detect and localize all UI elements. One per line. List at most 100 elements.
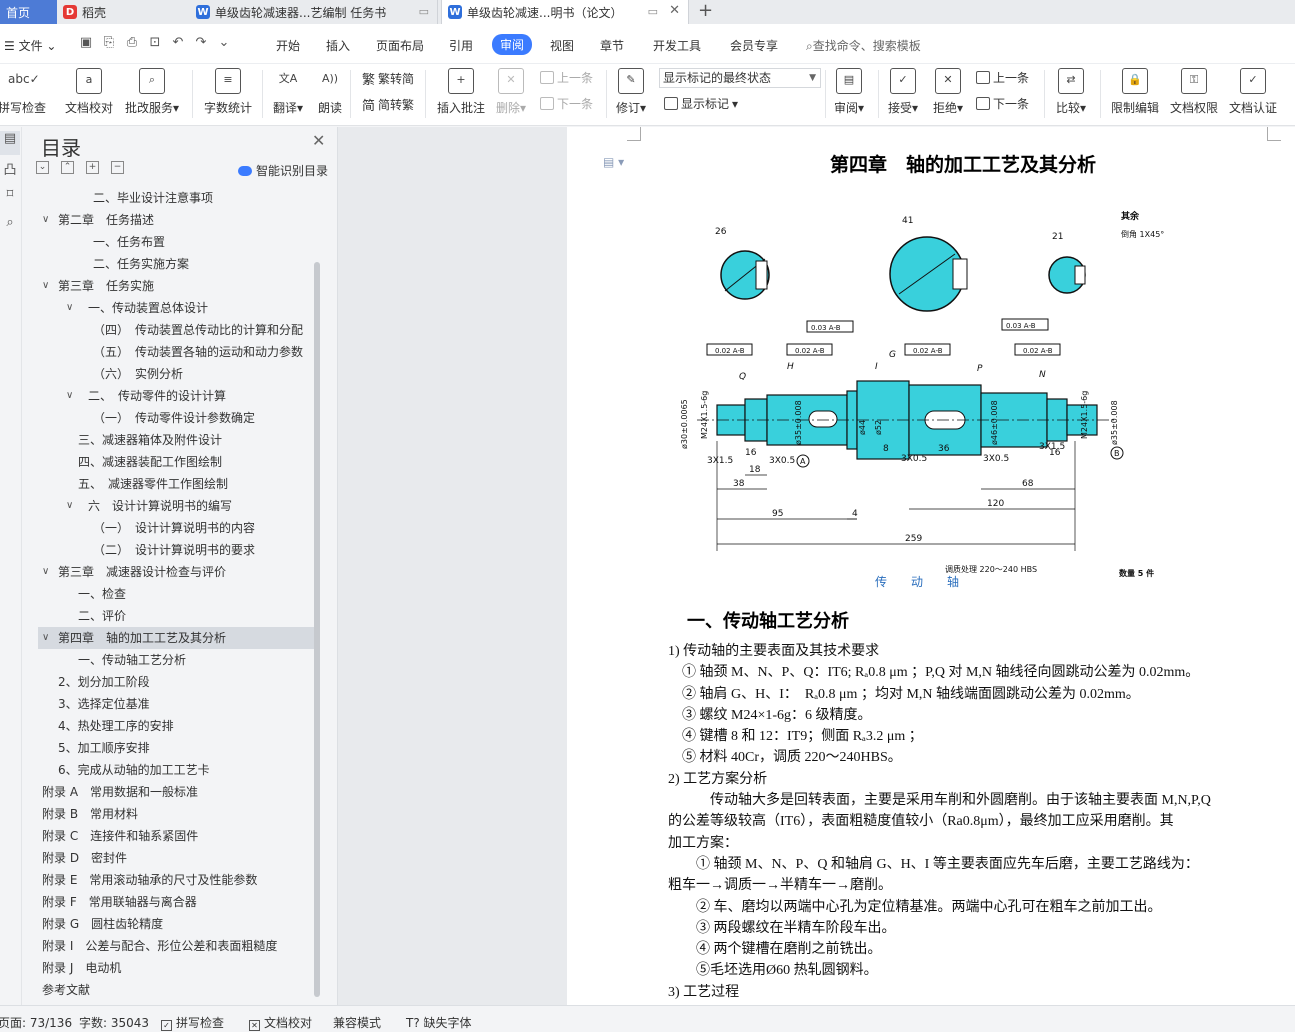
insert-comment-button[interactable]: + 插入批注 xyxy=(436,68,486,116)
preview-icon[interactable]: ⊡ xyxy=(147,35,163,50)
simp-to-trad-button[interactable]: 简简转繁 xyxy=(362,95,414,114)
toc-item[interactable]: 附录 F 常用联轴器与离合器 xyxy=(38,891,314,913)
page-indicator[interactable]: 页面: 73/136 xyxy=(0,1014,72,1031)
prev-comment-button[interactable]: 上一条 xyxy=(540,69,593,86)
chevron-down-icon[interactable]: ∨ xyxy=(42,275,49,297)
toc-item[interactable]: ∨ 六 设计计算说明书的编写 xyxy=(38,495,314,517)
reject-button[interactable]: ✕ 拒绝▾ xyxy=(931,68,965,116)
toc-item[interactable]: 4、热处理工序的安排 xyxy=(38,715,314,737)
markup-state-select[interactable]: 显示标记的最终状态 ▼ xyxy=(659,68,821,88)
chevron-down-icon[interactable]: ∨ xyxy=(42,561,49,583)
toc-item[interactable]: ∨ 二、 传动零件的设计计算 xyxy=(38,385,314,407)
status-spell-check[interactable]: ✓ 拼写检查 xyxy=(161,1014,224,1031)
toc-item[interactable]: 五、 减速器零件工作图绘制 xyxy=(38,473,314,495)
print-icon[interactable]: ⎙ xyxy=(124,35,140,50)
toc-item[interactable]: 附录 E 常用滚动轴承的尺寸及性能参数 xyxy=(38,869,314,891)
expand-all-icon[interactable]: ⌄ xyxy=(36,161,49,174)
toc-item[interactable]: 附录 D 密封件 xyxy=(38,847,314,869)
close-tab-icon[interactable]: ✕ xyxy=(669,3,680,18)
toc-item[interactable]: （四） 传动装置总传动比的计算和分配 xyxy=(38,319,314,341)
menu-item-view[interactable]: 视图 xyxy=(550,37,574,54)
toc-item[interactable]: 二、毕业设计注意事项 xyxy=(38,187,314,209)
toc-item[interactable]: （一） 设计计算说明书的内容 xyxy=(38,517,314,539)
toc-item[interactable]: 附录 G 圆柱齿轮精度 xyxy=(38,913,314,935)
tab-home[interactable]: 首页 xyxy=(0,0,57,24)
command-search[interactable]: ⌕查找命令、搜索模板 xyxy=(806,37,921,54)
toc-item[interactable]: 2、划分加工阶段 xyxy=(38,671,314,693)
toc-item[interactable]: （六） 实例分析 xyxy=(38,363,314,385)
search-icon[interactable]: ⌕ xyxy=(0,215,20,239)
chevron-down-icon[interactable]: ∨ xyxy=(66,297,73,319)
menu-item-layout[interactable]: 页面布局 xyxy=(376,37,424,54)
toc-item[interactable]: ∨ 一、传动装置总体设计 xyxy=(38,297,314,319)
chevron-down-icon[interactable]: ∨ xyxy=(42,627,49,649)
remove-heading-icon[interactable]: − xyxy=(111,161,124,174)
bookmark-icon[interactable]: ⌑ xyxy=(0,187,20,211)
prev-change-button[interactable]: 上一条 xyxy=(976,69,1029,86)
doc-rights-button[interactable]: ⚿ 文档权限 xyxy=(1169,68,1219,116)
delete-comment-button[interactable]: ✕ 删除▾ xyxy=(494,68,528,116)
toc-item[interactable]: 5、加工顺序安排 xyxy=(38,737,314,759)
menu-item-insert[interactable]: 插入 xyxy=(326,37,350,54)
toc-item[interactable]: （一） 传动零件设计参数确定 xyxy=(38,407,314,429)
document-canvas[interactable]: ▤ ▾ 第四章 轴的加工工艺及其分析 26 41 21 其余 倒角 1X45° … xyxy=(338,127,1295,1005)
tab-wps[interactable]: D 稻壳 xyxy=(57,0,185,24)
toc-item[interactable]: （二） 设计计算说明书的要求 xyxy=(38,539,314,561)
next-comment-button[interactable]: 下一条 xyxy=(540,95,593,112)
track-changes-button[interactable]: ✎ 修订▾ xyxy=(614,68,648,116)
export-icon[interactable]: ⎘ xyxy=(101,35,117,50)
tab-doc-2[interactable]: W 单级齿轮减速...明书（论文） ▭ ✕ xyxy=(441,0,689,24)
spell-check-button[interactable]: abc✓ 拼写检查 xyxy=(0,68,46,116)
status-doc-check[interactable]: ✕ 文档校对 xyxy=(249,1014,312,1031)
toc-item[interactable]: 6、完成从动轴的加工工艺卡 xyxy=(38,759,314,781)
toc-item[interactable]: 三、减速器箱体及附件设计 xyxy=(38,429,314,451)
toc-item[interactable]: 一、检查 xyxy=(38,583,314,605)
chevron-down-icon[interactable]: ∨ xyxy=(66,385,73,407)
toc-item[interactable]: 附录 J 电动机 xyxy=(38,957,314,979)
redo-icon[interactable]: ↷ xyxy=(193,35,209,50)
toc-item[interactable]: 附录 I 公差与配合、形位公差和表面粗糙度 xyxy=(38,935,314,957)
toc-item[interactable]: ∨ 第三章 减速器设计检查与评价 xyxy=(38,561,314,583)
doc-cert-button[interactable]: ✓ 文档认证 xyxy=(1228,68,1278,116)
menu-item-references[interactable]: 引用 xyxy=(449,37,473,54)
menu-item-review[interactable]: 审阅 xyxy=(492,34,533,55)
compare-button[interactable]: ⇄ 比较▾ xyxy=(1054,68,1088,116)
toc-item[interactable]: 3、选择定位基准 xyxy=(38,693,314,715)
new-tab-icon[interactable]: + xyxy=(698,0,718,24)
toc-item[interactable]: 一、任务布置 xyxy=(38,231,314,253)
word-count-indicator[interactable]: 字数: 35043 xyxy=(79,1014,149,1031)
monitor-icon[interactable]: ▭ xyxy=(419,5,429,18)
save-icon[interactable]: ▣ xyxy=(78,35,94,50)
toc-item[interactable]: 参考文献 xyxy=(38,979,314,1001)
toc-item[interactable]: ∨ 第二章 任务描述 xyxy=(38,209,314,231)
trad-to-simp-button[interactable]: 繁繁转简 xyxy=(362,69,414,88)
collapse-all-icon[interactable]: ⌃ xyxy=(61,161,74,174)
chevron-down-icon[interactable]: ∨ xyxy=(42,209,49,231)
file-menu[interactable]: ☰ 文件 ⌄ xyxy=(4,37,56,54)
accept-button[interactable]: ✓ 接受▾ xyxy=(886,68,920,116)
style-panel-icon[interactable]: 凸 xyxy=(0,159,20,183)
toc-item[interactable]: 四、减速器装配工作图绘制 xyxy=(38,451,314,473)
smart-toc-button[interactable]: 智能识别目录 xyxy=(238,162,328,179)
menu-item-member[interactable]: 会员专享 xyxy=(730,37,778,54)
monitor-icon[interactable]: ▭ xyxy=(648,5,658,18)
toc-item[interactable]: 一、传动轴工艺分析 xyxy=(38,649,314,671)
menu-item-start[interactable]: 开始 xyxy=(276,37,300,54)
toc-item[interactable]: 二、评价 xyxy=(38,605,314,627)
toc-scrollbar[interactable] xyxy=(314,262,320,997)
review-pane-button[interactable]: ▤ 审阅▾ xyxy=(832,68,866,116)
toc-item[interactable]: 附录 C 连接件和轴系紧固件 xyxy=(38,825,314,847)
menu-item-chapter[interactable]: 章节 xyxy=(600,37,624,54)
document-page[interactable]: ▤ ▾ 第四章 轴的加工工艺及其分析 26 41 21 其余 倒角 1X45° … xyxy=(567,127,1295,1005)
toc-item[interactable]: （五） 传动装置各轴的运动和动力参数 xyxy=(38,341,314,363)
doc-check-button[interactable]: a 文档校对 xyxy=(64,68,114,116)
word-count-button[interactable]: ≡ 字数统计 xyxy=(203,68,253,116)
tab-doc-1[interactable]: W 单级齿轮减速器...艺编制 任务书 ▭ xyxy=(190,0,438,24)
more-icon[interactable]: ⌄ xyxy=(216,35,232,50)
menu-item-devtools[interactable]: 开发工具 xyxy=(653,37,701,54)
toc-item[interactable]: ∨ 第四章 轴的加工工艺及其分析 xyxy=(38,627,314,649)
translate-button[interactable]: 文A 翻译▾ xyxy=(270,68,306,116)
close-icon[interactable]: ✕ xyxy=(312,131,325,150)
add-heading-icon[interactable]: + xyxy=(86,161,99,174)
next-change-button[interactable]: 下一条 xyxy=(976,95,1029,112)
